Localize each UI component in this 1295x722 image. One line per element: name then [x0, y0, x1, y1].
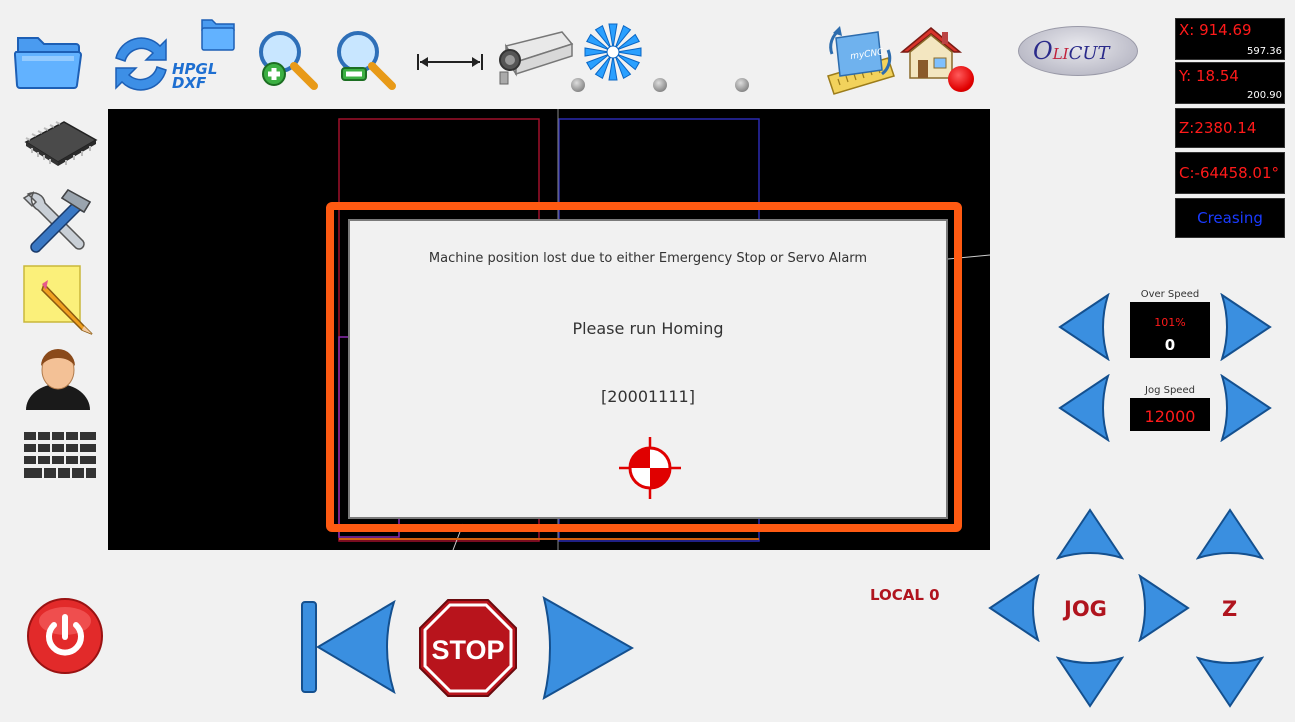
jog-x-minus-button[interactable] [988, 574, 1040, 642]
folder-icon [14, 37, 82, 89]
jog-z-plus-button[interactable] [1196, 508, 1264, 560]
mycnc-button[interactable]: myCNC [818, 24, 902, 100]
camera-button[interactable] [486, 26, 576, 88]
controller-button[interactable] [18, 116, 100, 170]
user-icon [26, 349, 90, 410]
chip-icon [24, 121, 98, 166]
logo-o: O [1033, 37, 1053, 65]
jog-speed-display: 12000 [1130, 398, 1210, 431]
alarm-led [948, 66, 974, 92]
spindle-icon [584, 23, 642, 81]
jog-speed-value: 12000 [1144, 407, 1196, 426]
zoom-out-button[interactable] [334, 28, 400, 94]
note-pencil-icon [23, 265, 93, 335]
over-speed-label: Over Speed [1140, 289, 1200, 300]
dialog-message: Machine position lost due to either Emer… [428, 251, 868, 266]
local-coordinate-label: LOCAL 0 [870, 586, 940, 604]
settings-button[interactable] [20, 184, 98, 256]
jog-speed-label: Jog Speed [1145, 385, 1195, 396]
dialog-code: [20001111] [601, 387, 695, 406]
olicut-logo: OLICUT [1018, 26, 1138, 76]
camera-icon [499, 31, 574, 85]
power-button[interactable] [26, 597, 104, 675]
over-speed-percent: 101% [1154, 316, 1186, 329]
c-coordinate: C:-64458.01° [1175, 152, 1285, 194]
jog-speed-decrease-button[interactable] [1058, 374, 1110, 442]
refresh-folder-icon [115, 19, 235, 91]
edit-notes-button[interactable] [22, 264, 96, 340]
open-folder-button[interactable] [14, 28, 82, 90]
measure-button[interactable] [416, 50, 484, 74]
jog-y-plus-button[interactable] [1056, 508, 1124, 560]
zoom-in-icon [259, 31, 318, 90]
c-value: C:-64458.01° [1179, 164, 1280, 182]
tools-icon [22, 189, 92, 253]
over-speed-increase-button[interactable] [1220, 293, 1272, 361]
zoom-in-button[interactable] [256, 28, 322, 94]
import-hpgl-dxf-button[interactable]: HPGL DXF [106, 18, 236, 98]
z-axis-label: Z [1222, 597, 1238, 621]
over-speed-display: 101% 0 [1130, 302, 1210, 358]
dialog-instruction: Please run Homing [572, 319, 724, 338]
homing-target-icon[interactable] [615, 433, 685, 503]
jog-speed-increase-button[interactable] [1220, 374, 1272, 442]
logo-cut: CUT [1068, 43, 1110, 64]
x-coordinate: X: 914.69 597.36 [1175, 18, 1285, 60]
z-value: Z:2380.14 [1179, 119, 1257, 137]
y-sub-value: 200.90 [1247, 90, 1282, 101]
rewind-to-start-button[interactable] [300, 598, 396, 696]
measure-arrow-icon [417, 54, 483, 70]
jog-y-minus-button[interactable] [1056, 656, 1124, 708]
dxf-label: DXF [172, 74, 207, 92]
status-led-3 [735, 78, 749, 92]
keyboard-icon [24, 432, 96, 478]
user-button[interactable] [22, 346, 94, 412]
mode-value: Creasing [1197, 209, 1263, 227]
spindle-button[interactable] [581, 20, 645, 84]
y-coordinate: Y: 18.54 200.90 [1175, 62, 1285, 104]
over-speed-value: 0 [1164, 336, 1176, 354]
stop-label: STOP [431, 635, 504, 665]
over-speed-decrease-button[interactable] [1058, 293, 1110, 361]
logo-li: LI [1052, 45, 1069, 63]
homing-alert-dialog[interactable]: Machine position lost due to either Emer… [348, 219, 948, 519]
mode-display: Creasing [1175, 198, 1285, 238]
mycnc-ruler-icon: myCNC [827, 26, 895, 95]
jog-z-minus-button[interactable] [1196, 656, 1264, 708]
x-value: X: 914.69 [1179, 21, 1252, 39]
stop-button[interactable]: STOP [418, 598, 518, 698]
x-sub-value: 597.36 [1247, 46, 1282, 57]
keyboard-button[interactable] [24, 432, 98, 486]
zoom-out-icon [337, 31, 396, 90]
status-led-1 [571, 78, 585, 92]
jog-label: JOG [1064, 597, 1107, 621]
start-button[interactable] [542, 596, 634, 700]
jog-x-plus-button[interactable] [1138, 574, 1190, 642]
status-led-2 [653, 78, 667, 92]
z-coordinate: Z:2380.14 [1175, 108, 1285, 148]
y-value: Y: 18.54 [1179, 67, 1239, 85]
